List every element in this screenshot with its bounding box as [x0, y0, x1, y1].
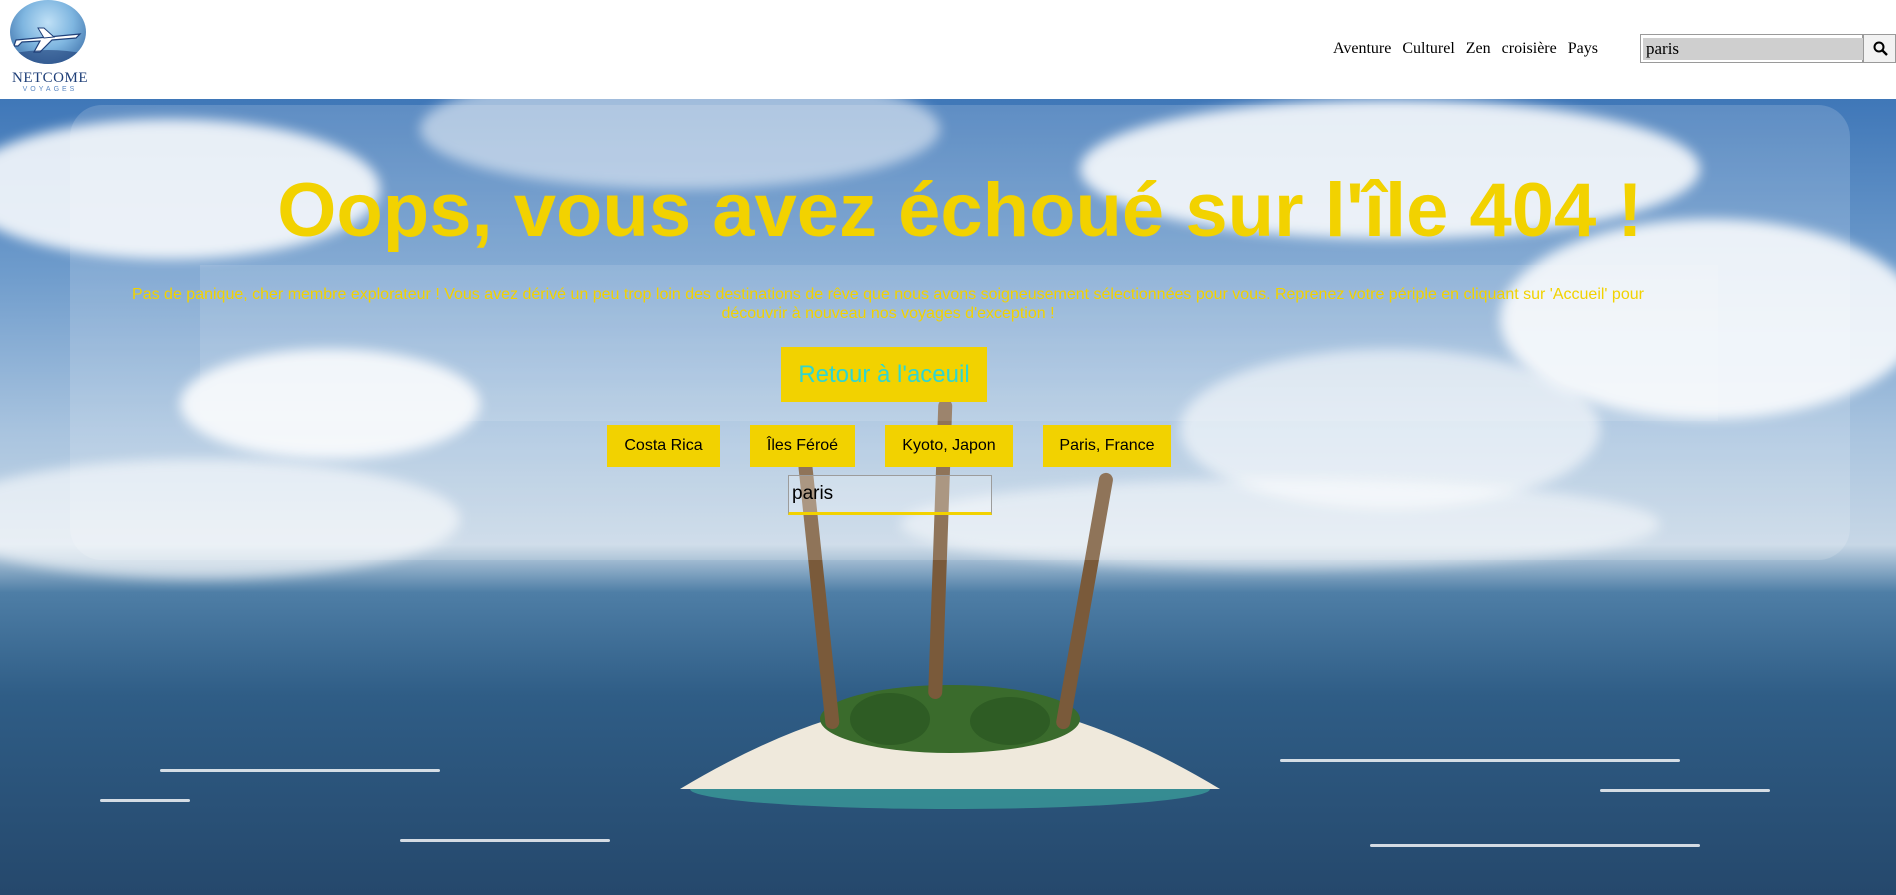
nav-item-culturel[interactable]: Culturel — [1402, 40, 1454, 58]
header-search-button[interactable] — [1863, 34, 1896, 63]
airplane-icon — [10, 27, 86, 64]
site-header: NETCOME VOYAGES Aventure Culturel Zen cr… — [0, 0, 1896, 99]
nav-item-pays[interactable]: Pays — [1568, 40, 1598, 58]
error-message: Pas de panique, cher membre explorateur … — [132, 286, 1644, 322]
nav-item-croisiere[interactable]: croisière — [1502, 40, 1557, 58]
logo-wordmark: NETCOME — [12, 70, 88, 86]
hero-section: Oops, vous avez échoué sur l'île 404 ! P… — [0, 99, 1896, 895]
logo-tagline: VOYAGES — [22, 86, 78, 93]
destination-button-paris[interactable]: Paris, France — [1043, 425, 1171, 467]
island-illustration — [680, 679, 1220, 819]
destination-button-iles-feroe[interactable]: Îles Féroé — [750, 425, 855, 467]
header-search-box — [1640, 34, 1864, 63]
error-title: Oops, vous avez échoué sur l'île 404 ! — [277, 168, 1643, 253]
search-icon — [1873, 41, 1888, 56]
nav-item-aventure[interactable]: Aventure — [1333, 40, 1391, 58]
destination-button-kyoto[interactable]: Kyoto, Japon — [885, 425, 1013, 467]
home-button[interactable]: Retour à l'aceuil — [781, 347, 987, 402]
main-nav: Aventure Culturel Zen croisière Pays — [1333, 40, 1598, 58]
destination-search-input[interactable] — [788, 475, 992, 515]
site-logo[interactable]: NETCOME VOYAGES — [6, 0, 96, 96]
header-search-input[interactable] — [1643, 38, 1864, 60]
nav-item-zen[interactable]: Zen — [1466, 40, 1491, 58]
logo-globe — [10, 0, 86, 64]
destination-button-costa-rica[interactable]: Costa Rica — [607, 425, 720, 467]
error-panel: Oops, vous avez échoué sur l'île 404 ! P… — [70, 105, 1850, 560]
